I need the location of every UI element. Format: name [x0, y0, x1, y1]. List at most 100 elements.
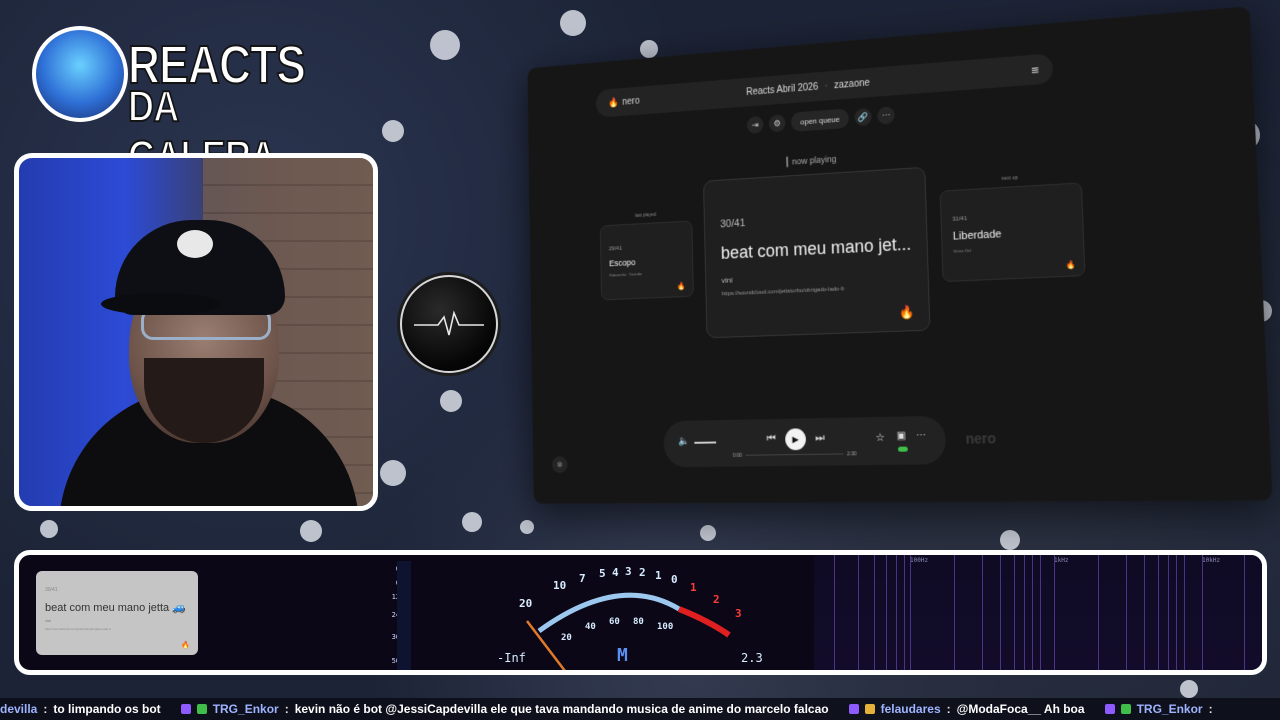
vu-mode: M [617, 645, 628, 666]
vu-label: 20 [519, 597, 532, 610]
playlist-owner: zazaone [834, 77, 870, 90]
track-artist: Victor Ziel [953, 248, 971, 254]
last-played-card[interactable]: last played 29/41 Escopo Robozinho · You… [600, 220, 694, 300]
more-options-icon[interactable]: ⋯ [916, 430, 926, 441]
chat-message: to limpando os bot [53, 702, 160, 716]
app-watermark: nero [965, 430, 996, 447]
track-title: beat com meu mano jet... [721, 234, 912, 264]
audio-panel: 30/41 beat com meu mano jetta 🚙 vini htt… [14, 550, 1267, 675]
music-app-stage: 🔥 nero Reacts Abril 2026 · zazaone ≡ ⇥ ⚙… [470, 0, 1280, 545]
open-queue-button[interactable]: open queue [791, 108, 850, 131]
cap-patch-icon [177, 230, 213, 258]
volume-icon[interactable]: 🔈 [678, 436, 689, 447]
badge-icon [865, 704, 875, 714]
mini-track-artist: vini [45, 618, 51, 623]
channel-logo: REACTS DA GALERA [24, 16, 274, 136]
title-separator: · [824, 81, 827, 92]
hamburger-menu-icon[interactable]: ≡ [1031, 62, 1039, 78]
chat-username: felaudares [881, 702, 941, 716]
next-track-icon[interactable]: ⏭ [815, 432, 825, 445]
mini-track-number: 30/41 [45, 587, 58, 593]
vu-min-label: -Inf [497, 651, 526, 665]
vu-sub-label: 100 [657, 622, 673, 632]
vu-sub-label: 80 [633, 617, 644, 627]
playlist-title-group: Reacts Abril 2026 · zazaone [746, 77, 870, 97]
snowflake-icon[interactable]: ❄ [552, 456, 568, 473]
equalizer-icon: ┃ [785, 157, 790, 167]
chat-message: kevin não é bot @JessiCapdevilla ele que… [295, 702, 829, 716]
time-total: 2:30 [847, 451, 856, 457]
last-played-label: last played [600, 210, 691, 221]
chat-username: TRG_Enkor [1137, 702, 1203, 716]
track-link[interactable]: https://soundcloud.com/jettsturbo/obriga… [722, 286, 844, 297]
badge-icon [197, 704, 207, 714]
flame-icon: 🔥 [181, 641, 190, 649]
vu-sub-label: 40 [585, 622, 596, 632]
next-up-card[interactable]: next up 31/41 Liberdade Victor Ziel 🔥 [940, 182, 1086, 282]
vu-label-red: 3 [735, 607, 742, 620]
vu-meter: 20 10 7 5 4 3 2 1 0 1 2 3 20 40 60 80 10… [489, 559, 779, 671]
vu-label: 7 [579, 572, 586, 585]
player-controls: 🔈 ⏮ ▶ ⏭ 0:00 2:30 ☆ ▣ ⋯ [663, 416, 946, 468]
level-meter-bar [397, 561, 411, 671]
live-indicator [898, 447, 908, 452]
vu-label: 1 [655, 569, 662, 582]
track-artist: vini [721, 276, 732, 285]
progress-bar[interactable] [746, 453, 844, 455]
vu-label-red: 2 [713, 593, 720, 606]
queue-actions: ⇥ ⚙ open queue 🔗 ⋯ [747, 105, 895, 135]
vu-label: 3 [625, 565, 632, 578]
spectrum-analyzer: 100Hz 1kHz 10kHz [814, 555, 1264, 670]
flame-icon: 🔥 [1065, 260, 1076, 270]
nero-app-window: 🔥 nero Reacts Abril 2026 · zazaone ≡ ⇥ ⚙… [527, 6, 1272, 503]
track-title: Escopo [609, 257, 635, 268]
app-top-bar: 🔥 nero Reacts Abril 2026 · zazaone ≡ [596, 53, 1054, 118]
mini-track-link: https://soundcloud.com/jettsturbo/obriga… [45, 627, 111, 631]
vu-label: 10 [553, 579, 566, 592]
badge-icon [1121, 704, 1131, 714]
track-number: 29/41 [609, 246, 622, 252]
vu-label: 2 [639, 566, 646, 579]
now-playing-card[interactable]: 30/41 beat com meu mano jet... vini http… [703, 167, 930, 339]
mini-track-title: beat com meu mano jetta 🚙 [45, 601, 186, 614]
settings-gear-icon[interactable]: ⚙ [769, 114, 786, 132]
previous-track-icon[interactable]: ⏮ [766, 433, 776, 446]
subscriber-badge-icon [1105, 704, 1115, 714]
track-meta: Robozinho · Youtube [609, 271, 642, 277]
flame-icon: 🔥 [677, 282, 686, 291]
time-current: 0:00 [733, 453, 742, 459]
now-playing-label: ┃ now playing [785, 154, 837, 168]
play-button[interactable]: ▶ [785, 428, 806, 450]
streamer-cap-brim [101, 293, 221, 315]
flame-icon: 🔥 [899, 304, 915, 321]
vu-label: 4 [612, 566, 619, 579]
video-camera-icon[interactable]: ▣ [896, 431, 906, 442]
playlist-title: Reacts Abril 2026 [746, 81, 818, 97]
subscriber-badge-icon [181, 704, 191, 714]
chat-message: @ModaFoca__ Ah boa [957, 702, 1085, 716]
chat-username: devilla [0, 702, 37, 716]
vu-sub-label: 20 [561, 633, 572, 643]
vu-sub-label: 60 [609, 617, 620, 627]
more-options-icon[interactable]: ⋯ [877, 106, 895, 125]
astronaut-badge-icon [32, 26, 128, 122]
freq-label: 10kHz [1202, 557, 1220, 564]
brand-label: nero [622, 96, 640, 108]
track-title: Liberdade [953, 228, 1002, 242]
vu-label: 5 [599, 567, 606, 580]
vu-label: 0 [671, 573, 678, 586]
freq-label: 1kHz [1054, 557, 1068, 564]
chat-username: TRG_Enkor [213, 702, 279, 716]
vu-value: 2.3 [741, 651, 763, 665]
next-up-label: next up [940, 171, 1080, 185]
favorite-star-icon[interactable]: ☆ [875, 431, 885, 444]
track-number: 30/41 [720, 217, 745, 230]
chat-ticker: devilla : to limpando os bot TRG_Enkor :… [0, 698, 1280, 720]
login-icon[interactable]: ⇥ [747, 116, 764, 134]
app-brand[interactable]: 🔥 nero [608, 96, 640, 109]
vu-label-red: 1 [690, 581, 697, 594]
mini-now-playing-card: 30/41 beat com meu mano jetta 🚙 vini htt… [36, 571, 198, 655]
link-icon[interactable]: 🔗 [855, 108, 873, 127]
track-number: 31/41 [952, 216, 967, 223]
volume-slider[interactable] [694, 442, 716, 444]
